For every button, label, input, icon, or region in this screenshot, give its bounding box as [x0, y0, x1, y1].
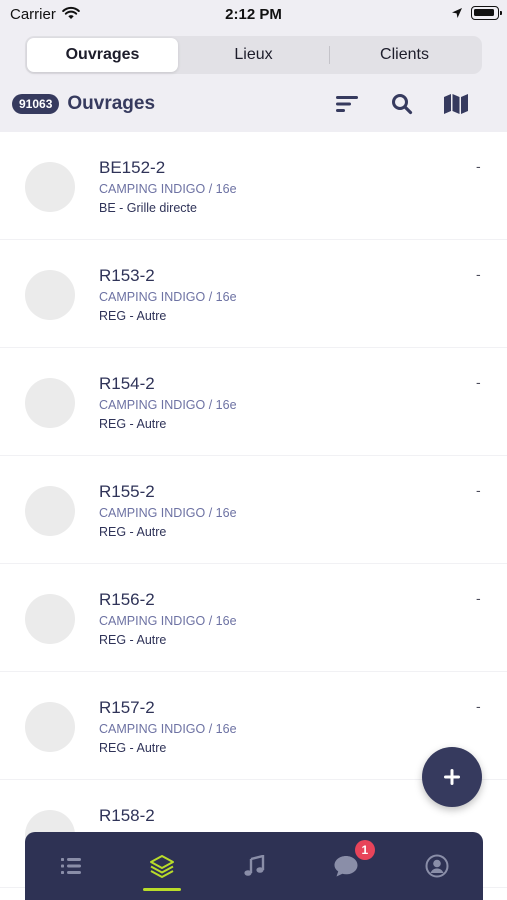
- chat-bubble-icon: [334, 856, 358, 877]
- count-badge: 91063: [12, 94, 60, 114]
- segment-lieux[interactable]: Lieux: [178, 38, 329, 72]
- item-location: CAMPING INDIGO / 16e: [99, 614, 237, 628]
- item-location: CAMPING INDIGO / 16e: [99, 182, 237, 196]
- item-value: -: [476, 590, 481, 606]
- item-location: CAMPING INDIGO / 16e: [99, 722, 237, 736]
- list-item[interactable]: BE152-2 CAMPING INDIGO / 16e BE - Grille…: [0, 132, 507, 240]
- avatar: [25, 162, 75, 212]
- segment-ouvrages[interactable]: Ouvrages: [27, 38, 178, 72]
- item-title: R155-2: [99, 482, 155, 501]
- list-item[interactable]: R155-2 CAMPING INDIGO / 16e REG - Autre …: [0, 456, 507, 564]
- item-location: CAMPING INDIGO / 16e: [99, 506, 237, 520]
- location-arrow-icon: [452, 8, 462, 18]
- search-icon: [392, 94, 413, 115]
- tab-messages[interactable]: 1: [300, 832, 392, 900]
- layers-icon: [150, 855, 175, 878]
- item-value: -: [476, 482, 481, 498]
- list-item[interactable]: R154-2 CAMPING INDIGO / 16e REG - Autre …: [0, 348, 507, 456]
- avatar: [25, 594, 75, 644]
- item-value: -: [476, 374, 481, 390]
- tab-profile[interactable]: [391, 832, 483, 900]
- map-button[interactable]: [443, 91, 469, 117]
- avatar: [25, 702, 75, 752]
- tab-music[interactable]: [208, 832, 300, 900]
- avatar: [25, 378, 75, 428]
- item-title: R157-2: [99, 698, 155, 717]
- segment-label: Ouvrages: [65, 46, 140, 63]
- header: Ouvrages Lieux Clients 91063 Ouvrages: [0, 28, 507, 132]
- item-title: R156-2: [99, 590, 155, 609]
- segment-label: Clients: [380, 46, 429, 63]
- add-button[interactable]: [422, 747, 482, 807]
- segment-label: Lieux: [234, 46, 273, 63]
- item-type: REG - Autre: [99, 309, 167, 323]
- status-bar: Carrier 2:12 PM: [0, 0, 507, 28]
- item-title: R153-2: [99, 266, 155, 285]
- clock: 2:12 PM: [225, 6, 282, 23]
- tab-layers[interactable]: [117, 832, 209, 900]
- item-value: -: [476, 158, 481, 174]
- page-title: Ouvrages: [67, 93, 156, 114]
- list-item[interactable]: R156-2 CAMPING INDIGO / 16e REG - Autre …: [0, 564, 507, 672]
- list-item[interactable]: R153-2 CAMPING INDIGO / 16e REG - Autre …: [0, 240, 507, 348]
- item-type: REG - Autre: [99, 525, 167, 539]
- user-circle-icon: [425, 854, 449, 878]
- segment-clients[interactable]: Clients: [329, 38, 480, 72]
- item-type: REG - Autre: [99, 741, 167, 755]
- item-title: R158-2: [99, 806, 155, 825]
- avatar: [25, 270, 75, 320]
- avatar: [25, 486, 75, 536]
- plus-icon: [444, 769, 460, 785]
- item-type: BE - Grille directe: [99, 201, 197, 215]
- item-type: REG - Autre: [99, 417, 167, 431]
- item-title: R154-2: [99, 374, 155, 393]
- tab-list[interactable]: [25, 832, 117, 900]
- item-location: CAMPING INDIGO / 16e: [99, 398, 237, 412]
- item-type: REG - Autre: [99, 633, 167, 647]
- segment-divider: [329, 46, 330, 64]
- item-value: -: [476, 266, 481, 282]
- item-value: -: [476, 698, 481, 714]
- search-button[interactable]: [389, 91, 415, 117]
- unread-badge: 1: [354, 840, 375, 860]
- active-tab-indicator: [143, 888, 182, 891]
- segmented-control: Ouvrages Lieux Clients: [25, 36, 482, 74]
- sort-button[interactable]: [334, 91, 360, 117]
- item-title: BE152-2: [99, 158, 166, 177]
- list-icon: [60, 858, 81, 874]
- music-note-icon: [244, 855, 265, 876]
- title-row: 91063 Ouvrages: [12, 92, 155, 116]
- tab-bar: 1: [25, 832, 483, 900]
- map-icon: [444, 94, 468, 114]
- sort-icon: [336, 96, 358, 112]
- battery-icon: [471, 6, 502, 20]
- item-location: CAMPING INDIGO / 16e: [99, 290, 237, 304]
